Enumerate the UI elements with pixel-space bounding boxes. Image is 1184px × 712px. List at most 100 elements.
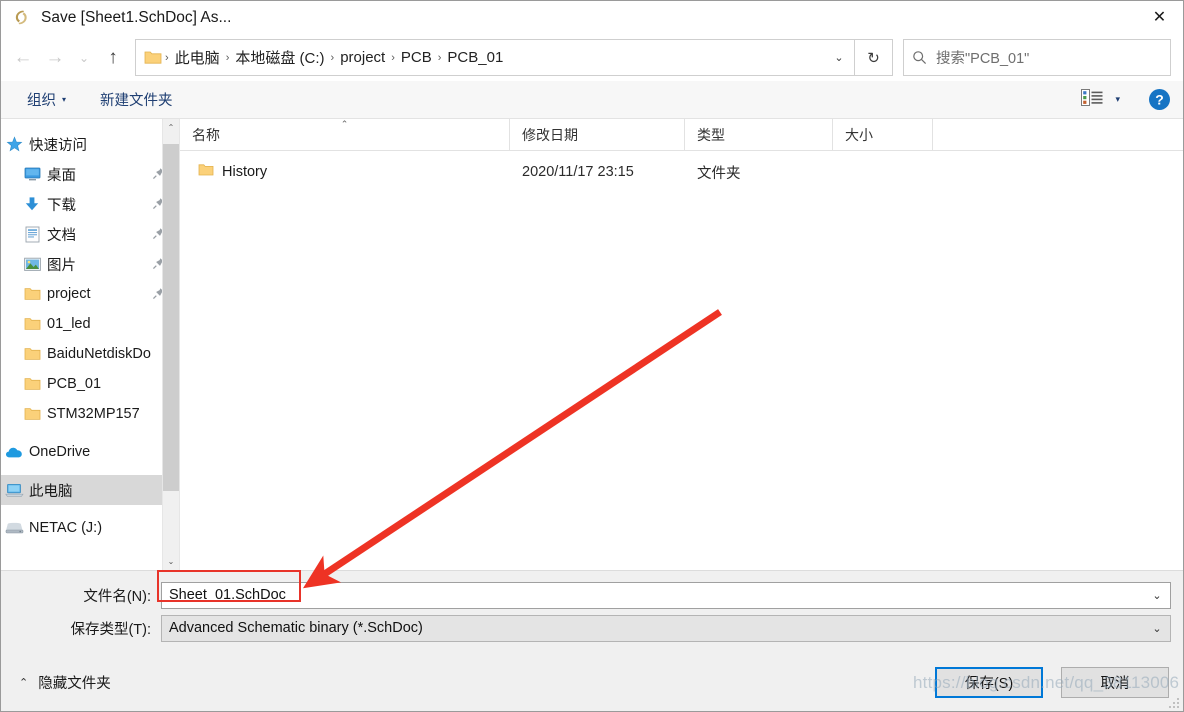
new-folder-button[interactable]: 新建文件夹 [92, 85, 181, 114]
up-button[interactable]: ↑ [97, 41, 129, 75]
table-row[interactable]: History 2020/11/17 23:15 文件夹 [180, 157, 1183, 187]
chevron-down-icon: ⌄ [1152, 589, 1162, 602]
sidebar-item-label: STM32MP157 [47, 406, 140, 422]
filename-row: 文件名(N): Sheet_01.SchDoc ⌄ [13, 581, 1171, 609]
chevron-down-icon: ⌄ [834, 52, 844, 64]
navigation-bar: ← → ⌄ ↑ › 此电脑 › 本地磁盘 (C:) › project › PC… [1, 34, 1183, 81]
column-header-size[interactable]: 大小 [833, 119, 933, 150]
save-button[interactable]: 保存(S) [935, 666, 1043, 698]
cell-name: History [180, 163, 510, 181]
breadcrumb-item-4[interactable]: PCB_01 [442, 47, 508, 68]
onedrive-icon [3, 446, 25, 459]
close-button[interactable]: ✕ [1136, 1, 1183, 33]
search-input[interactable]: 搜索"PCB_01" [936, 47, 1029, 68]
folder-icon [144, 50, 162, 65]
sidebar-item-label: OneDrive [29, 444, 91, 460]
arrow-right-icon: → [45, 46, 65, 68]
sidebar-item-label: 01_led [47, 316, 91, 332]
arrow-up-icon: ↑ [108, 46, 118, 68]
sidebar-item-01-led[interactable]: 01_led [1, 309, 179, 339]
sidebar-item-this-pc[interactable]: 此电脑 [1, 475, 179, 505]
sidebar-item-downloads[interactable]: 下载 [1, 189, 179, 219]
column-header-name[interactable]: ⌃ 名称 [180, 119, 510, 150]
navigation-pane: 快速访问 桌面 下载 文档 图片 project 01_led BaiduNet… [1, 119, 179, 570]
close-icon: ✕ [1152, 9, 1167, 26]
recent-locations-button[interactable]: ⌄ [71, 41, 97, 75]
folder-icon [21, 287, 43, 301]
chevron-down-icon: ⌄ [167, 557, 175, 566]
cell-type: 文件夹 [697, 165, 741, 182]
sidebar-item-onedrive[interactable]: OneDrive [1, 437, 179, 467]
details-view-icon [1081, 88, 1103, 111]
column-header-type[interactable]: 类型 [685, 119, 833, 150]
filename-input[interactable]: Sheet_01.SchDoc ⌄ [161, 581, 1171, 609]
sidebar-item-pcb-01[interactable]: PCB_01 [1, 369, 179, 399]
resize-grip[interactable] [1168, 696, 1180, 708]
sidebar-item-baidunetdisk[interactable]: BaiduNetdiskDo [1, 339, 179, 369]
sidebar-item-quick-access[interactable]: 快速访问 [1, 129, 179, 159]
filetype-row: 保存类型(T): Advanced Schematic binary (*.Sc… [13, 614, 1171, 642]
search-icon [912, 50, 927, 65]
file-list-pane: ⌃ 名称 修改日期 类型 大小 History 2020/11/17 23:15… [179, 119, 1183, 570]
file-rows: History 2020/11/17 23:15 文件夹 [180, 151, 1183, 570]
filetype-select[interactable]: Advanced Schematic binary (*.SchDoc) ⌄ [161, 614, 1171, 642]
breadcrumb-item-2[interactable]: project [335, 47, 390, 68]
breadcrumb-item-0[interactable]: 此电脑 [170, 45, 225, 70]
save-label: 保存(S) [964, 675, 1014, 692]
save-as-dialog: Save [Sheet1.SchDoc] As... ✕ ← → ⌄ ↑ › 此… [0, 0, 1184, 712]
svg-text:?: ? [1155, 92, 1164, 108]
scroll-up-button[interactable]: ⌃ [163, 119, 180, 136]
sidebar-item-documents[interactable]: 文档 [1, 219, 179, 249]
sidebar-item-label: 此电脑 [29, 483, 73, 500]
chevron-up-icon: ⌃ [19, 676, 29, 689]
scrollbar-track[interactable] [162, 136, 179, 553]
filetype-dropdown-button[interactable]: ⌄ [1144, 616, 1170, 641]
sort-ascending-icon: ⌃ [340, 119, 349, 129]
column-header-modified[interactable]: 修改日期 [510, 119, 685, 150]
sidebar-item-stm32mp157[interactable]: STM32MP157 [1, 399, 179, 429]
help-button[interactable]: ? [1148, 88, 1171, 111]
sidebar-item-project[interactable]: project [1, 279, 179, 309]
filetype-value: Advanced Schematic binary (*.SchDoc) [169, 620, 423, 636]
chevron-down-icon: ⌄ [1152, 622, 1162, 635]
column-label: 大小 [845, 126, 873, 143]
hide-folders-toggle[interactable]: ⌃ 隐藏文件夹 [13, 668, 117, 697]
sidebar-scrollbar[interactable]: ⌃ ⌄ [162, 119, 179, 570]
chevron-down-icon: ▾ [1115, 94, 1120, 104]
search-box[interactable]: 搜索"PCB_01" [903, 39, 1171, 76]
column-header-filler [933, 119, 1183, 150]
chevron-down-icon: ⌄ [78, 50, 90, 65]
scrollbar-thumb[interactable] [162, 144, 179, 491]
sidebar-item-netac-drive[interactable]: NETAC (J:) [1, 513, 179, 543]
help-icon: ? [1149, 89, 1170, 110]
refresh-button[interactable]: ↻ [855, 39, 893, 76]
breadcrumb-item-1[interactable]: 本地磁盘 (C:) [230, 45, 329, 70]
sidebar-item-label: 下载 [47, 197, 76, 214]
sidebar-item-label: 桌面 [47, 167, 76, 184]
chevron-up-icon: ⌃ [167, 123, 175, 132]
filename-dropdown-button[interactable]: ⌄ [1144, 583, 1170, 608]
cancel-button[interactable]: 取消 [1061, 666, 1169, 698]
cell-modified: 2020/11/17 23:15 [522, 164, 634, 180]
column-label: 类型 [697, 126, 725, 143]
folder-icon [21, 407, 43, 421]
scroll-down-button[interactable]: ⌄ [163, 553, 180, 570]
sidebar-item-label: PCB_01 [47, 376, 102, 392]
download-icon [21, 196, 43, 212]
back-button[interactable]: ← [7, 41, 39, 75]
folder-icon [21, 347, 43, 361]
command-toolbar: 组织 ▾ 新建文件夹 ▾ ? [1, 81, 1183, 119]
sidebar-item-label: NETAC (J:) [29, 520, 103, 536]
address-dropdown-button[interactable]: ⌄ [826, 40, 852, 75]
forward-button[interactable]: → [39, 41, 71, 75]
address-bar[interactable]: › 此电脑 › 本地磁盘 (C:) › project › PCB › PCB_… [135, 39, 855, 76]
dialog-footer: ⌃ 隐藏文件夹 保存(S) 取消 [1, 653, 1183, 711]
altium-a-icon [11, 7, 33, 29]
organize-button[interactable]: 组织 ▾ [19, 85, 74, 114]
sidebar-item-desktop[interactable]: 桌面 [1, 159, 179, 189]
save-form: 文件名(N): Sheet_01.SchDoc ⌄ 保存类型(T): Advan… [1, 570, 1183, 653]
change-view-button[interactable]: ▾ [1075, 86, 1126, 114]
new-folder-label: 新建文件夹 [100, 93, 173, 109]
sidebar-item-pictures[interactable]: 图片 [1, 249, 179, 279]
breadcrumb-item-3[interactable]: PCB [396, 47, 437, 68]
